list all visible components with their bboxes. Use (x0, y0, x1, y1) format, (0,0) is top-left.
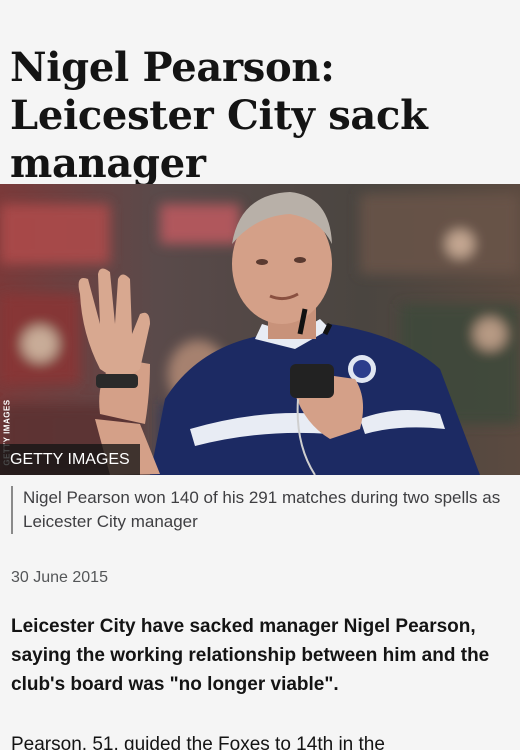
article-intro: Leicester City have sacked manager Nigel… (11, 616, 490, 695)
article-headline: Nigel Pearson: Leicester City sack manag… (10, 44, 428, 187)
image-credit-badge: GETTY IMAGES (0, 444, 140, 475)
article-photo (0, 184, 520, 475)
image-caption: Nigel Pearson won 140 of his 291 matches… (11, 486, 503, 534)
article-date: 30 June 2015 (11, 569, 108, 586)
photo-illustration (0, 184, 520, 475)
paragraph-text: Pearson, 51, guided the Foxes to 14th in… (11, 734, 385, 750)
article-paragraph-cutoff: Pearson, 51, guided the Foxes to 14th in… (11, 730, 511, 750)
